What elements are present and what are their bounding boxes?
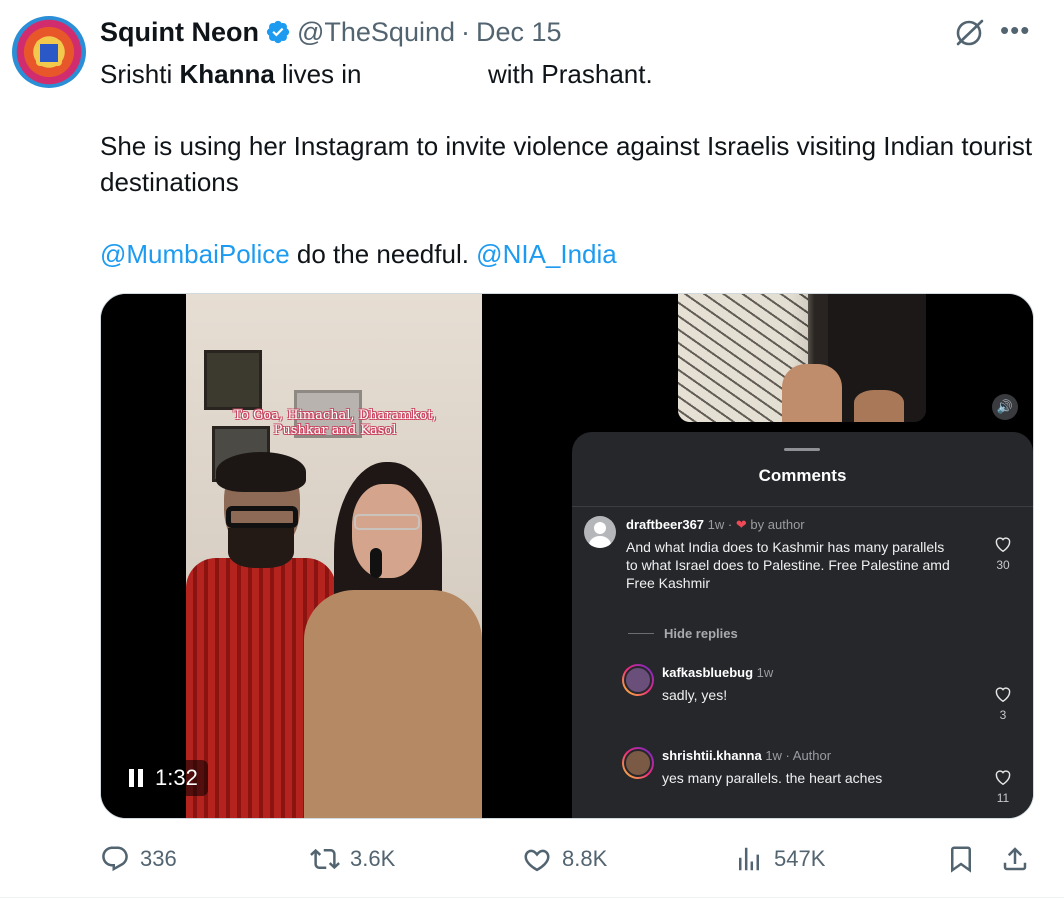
tweet-paragraph-3: @MumbaiPolice do the needful. @NIA_India xyxy=(100,239,617,269)
heart-outline-icon xyxy=(995,537,1011,552)
video-right[interactable]: 🔊 Comments draftbeer367 1w · ❤ by author… xyxy=(570,294,1033,818)
repost-button[interactable]: 3.6K xyxy=(310,836,395,882)
heart-outline-icon xyxy=(995,687,1011,702)
video-overlay-text: To Goa, Himachal, Dharamkot, Pushkar and… xyxy=(233,408,437,438)
sheet-grabber[interactable] xyxy=(784,448,820,451)
video-playback-control[interactable]: 1:32 xyxy=(119,760,208,796)
repost-icon xyxy=(310,848,340,870)
person-right xyxy=(304,462,482,818)
views-count: 547K xyxy=(774,846,826,871)
tweet-header: Squint Neon @TheSquind · Dec 15 xyxy=(100,14,562,50)
comment-like[interactable]: 3 xyxy=(988,686,1018,722)
share-button[interactable] xyxy=(1000,836,1030,882)
divider xyxy=(572,506,1033,507)
heart-outline-icon xyxy=(995,770,1011,785)
heart-icon xyxy=(524,849,550,872)
comment-text: yes many parallels. the heart aches xyxy=(662,770,883,786)
comment-like[interactable]: 30 xyxy=(988,536,1018,572)
tweet-line-1: Srishti Khanna lives in with Prashant. xyxy=(100,59,653,89)
reply-icon xyxy=(102,846,128,872)
views-button[interactable]: 547K xyxy=(734,836,825,882)
instagram-comments-sheet: Comments draftbeer367 1w · ❤ by author A… xyxy=(572,432,1033,818)
tweet-media[interactable]: To Goa, Himachal, Dharamkot, Pushkar and… xyxy=(100,293,1034,819)
bookmark-icon xyxy=(951,846,971,873)
verified-badge-icon xyxy=(266,20,290,44)
bookmark-button[interactable] xyxy=(946,836,976,882)
views-icon xyxy=(739,847,759,871)
comment: shrishtii.khanna 1w · Author yes many pa… xyxy=(662,747,962,787)
grok-icon[interactable] xyxy=(952,16,986,50)
author-name[interactable]: Squint Neon xyxy=(100,17,259,48)
like-button[interactable]: 8.8K xyxy=(522,836,607,882)
comment: kafkasbluebug 1w sadly, yes! xyxy=(662,664,962,704)
tweet-action-bar: 336 3.6K 8.8K 547K xyxy=(100,836,1040,882)
comment-text: sadly, yes! xyxy=(662,687,728,703)
tweet-text: Srishti Khanna lives in with Prashant. S… xyxy=(100,56,1040,272)
tweet-date[interactable]: Dec 15 xyxy=(476,17,562,48)
author-handle[interactable]: @TheSquind xyxy=(297,17,455,48)
mention-nia-india[interactable]: @NIA_India xyxy=(476,239,617,269)
repost-count: 3.6K xyxy=(350,846,396,871)
comments-title: Comments xyxy=(758,466,847,485)
comment-like[interactable]: 11 xyxy=(988,769,1018,805)
video-thumbnail-top xyxy=(678,294,926,422)
share-icon xyxy=(1003,847,1027,871)
heart-icon: ❤ xyxy=(735,517,747,532)
comment-text: And what India does to Kashmir has many … xyxy=(626,539,950,591)
video-timestamp: 1:32 xyxy=(155,765,198,790)
hide-replies-button[interactable]: Hide replies xyxy=(628,626,738,641)
more-options-icon[interactable]: ••• xyxy=(1000,17,1036,46)
comment-username[interactable]: shrishtii.khanna xyxy=(662,748,762,763)
by-author-label: by author xyxy=(750,517,805,532)
video-frame: To Goa, Himachal, Dharamkot, Pushkar and… xyxy=(186,294,482,818)
pause-icon[interactable] xyxy=(129,769,143,787)
comment-username[interactable]: draftbeer367 xyxy=(626,517,704,532)
comment: draftbeer367 1w · ❤ by author And what I… xyxy=(626,516,956,592)
reply-button[interactable]: 336 xyxy=(100,836,177,882)
tweet-paragraph-2: She is using her Instagram to invite vio… xyxy=(100,131,1033,197)
commenter-avatar[interactable] xyxy=(622,664,654,696)
author-avatar[interactable] xyxy=(12,16,86,88)
like-count: 8.8K xyxy=(562,846,608,871)
video-left[interactable]: To Goa, Himachal, Dharamkot, Pushkar and… xyxy=(101,294,566,818)
separator-dot: · xyxy=(461,16,470,47)
comment-username[interactable]: kafkasbluebug xyxy=(662,665,753,680)
commenter-avatar[interactable] xyxy=(584,516,616,548)
reply-count: 336 xyxy=(140,846,177,871)
divider xyxy=(0,897,1064,898)
volume-icon[interactable]: 🔊 xyxy=(992,394,1018,420)
mention-mumbaipolice[interactable]: @MumbaiPolice xyxy=(100,239,290,269)
commenter-avatar[interactable] xyxy=(622,747,654,779)
